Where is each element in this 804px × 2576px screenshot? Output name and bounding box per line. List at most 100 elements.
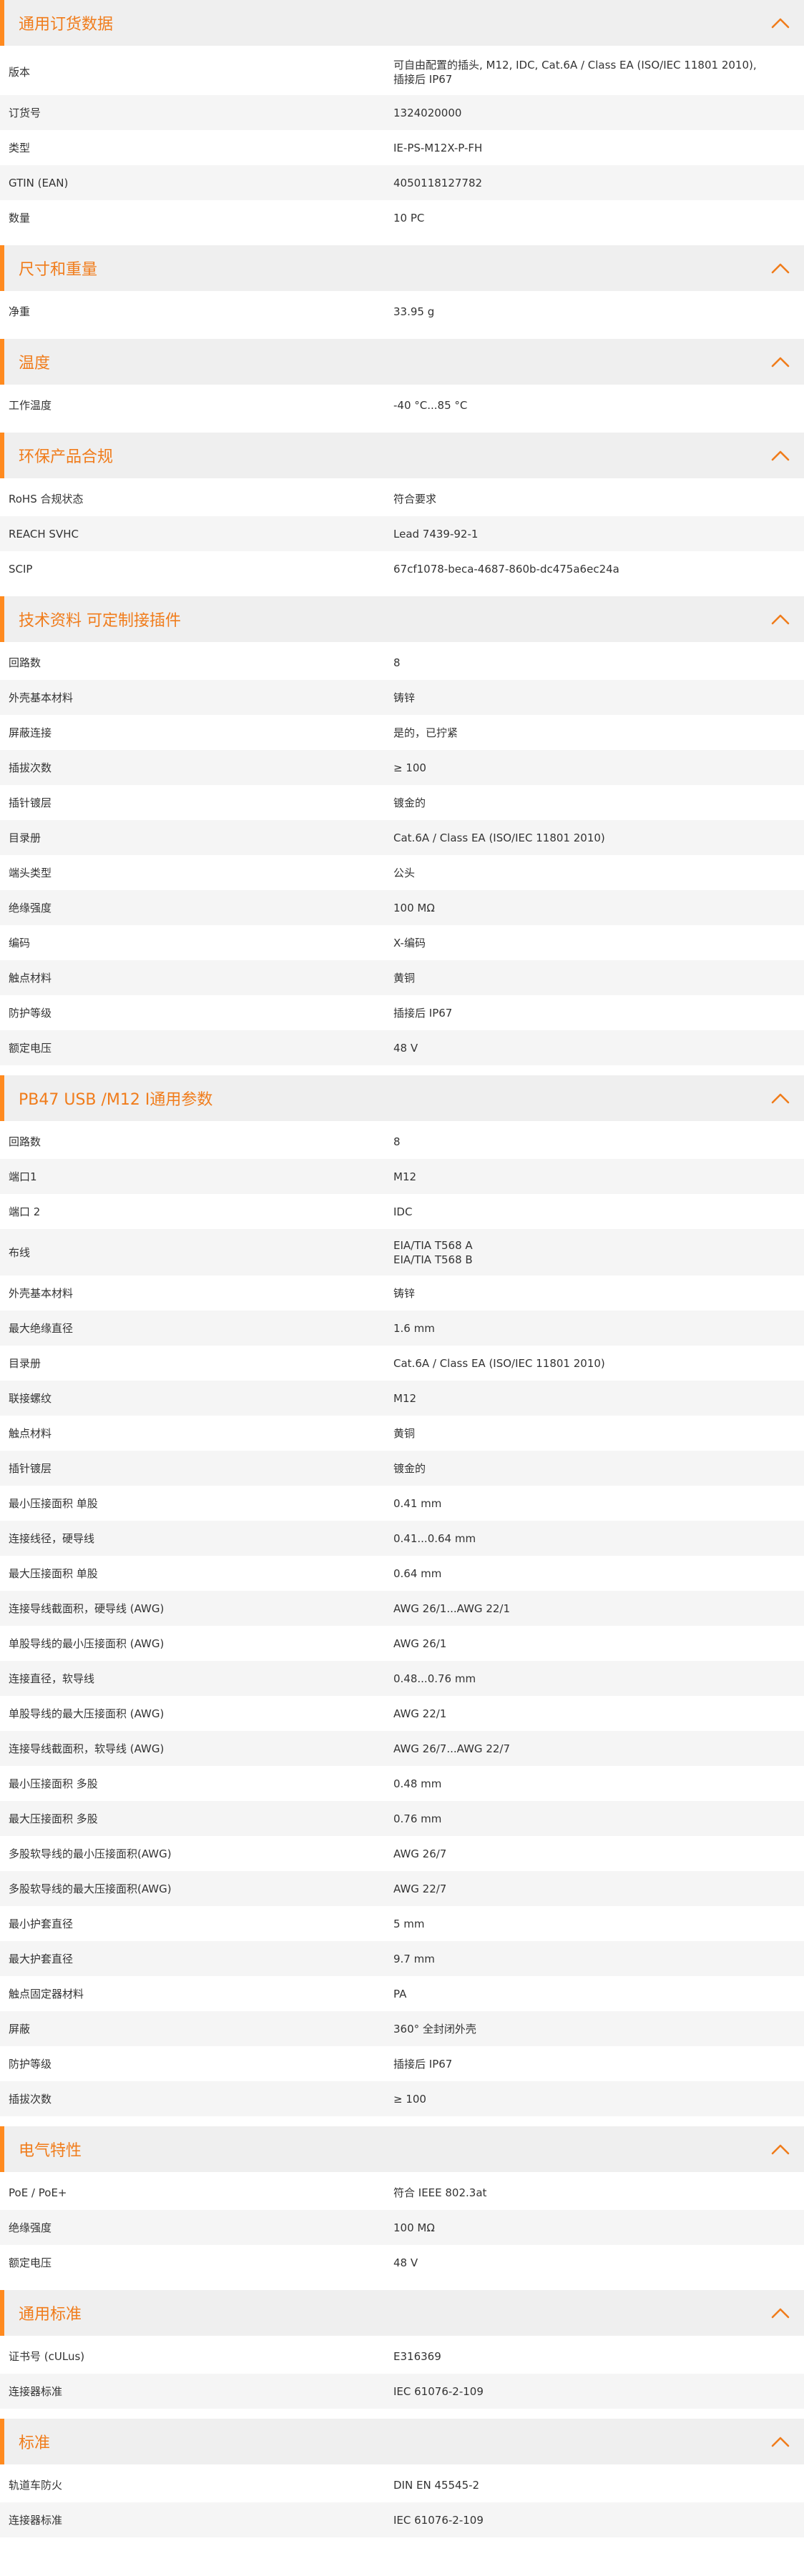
row-label: 额定电压 bbox=[9, 2256, 52, 2269]
row-value: 铸锌 bbox=[393, 1286, 416, 1300]
chevron-up-icon[interactable] bbox=[770, 2434, 791, 2449]
chevron-up-icon[interactable] bbox=[770, 2306, 791, 2320]
row-label: 连接导线截面积，硬导线 (AWG) bbox=[9, 1602, 165, 1615]
table-row: 最大护套直径 9.7 mm bbox=[0, 1941, 804, 1976]
row-value: M12 bbox=[393, 1170, 417, 1183]
row-label: 连接直径，软导线 bbox=[9, 1672, 95, 1685]
row-value: 0.64 mm bbox=[393, 1566, 442, 1580]
row-label: 插针镀层 bbox=[9, 796, 52, 809]
table-row: 端口1 M12 bbox=[0, 1159, 804, 1194]
row-label: 订货号 bbox=[9, 106, 41, 119]
row-value: AWG 22/1 bbox=[393, 1707, 447, 1720]
section-header[interactable]: 尺寸和重量 bbox=[0, 245, 804, 291]
row-value: 100 MΩ bbox=[393, 2221, 435, 2234]
row-value: EIA/TIA T568 A EIA/TIA T568 B bbox=[393, 1238, 473, 1266]
table-row: 连接器标准 IEC 61076-2-109 bbox=[0, 2374, 804, 2409]
product-spec-page: 通用订货数据版本 可自由配置的插头, M12, IDC, Cat.6A / Cla… bbox=[0, 0, 804, 2576]
row-value: 10 PC bbox=[393, 211, 425, 224]
row-label: 最大压接面积 多股 bbox=[9, 1812, 98, 1825]
chevron-up-icon[interactable] bbox=[770, 448, 791, 463]
table-row: REACH SVHC Lead 7439-92-1 bbox=[0, 516, 804, 551]
row-value: 插接后 IP67 bbox=[393, 2057, 453, 2071]
row-label: 单股导线的最小压接面积 (AWG) bbox=[9, 1637, 165, 1650]
section-gap bbox=[0, 586, 804, 596]
row-value: 可自由配置的插头, M12, IDC, Cat.6A / Class EA (I… bbox=[393, 58, 757, 86]
row-value: 9.7 mm bbox=[393, 1952, 435, 1965]
table-row: 触点材料 黄铜 bbox=[0, 1416, 804, 1451]
table-row: 最大压接面积 多股 0.76 mm bbox=[0, 1801, 804, 1836]
row-label: 数量 bbox=[9, 211, 31, 224]
chevron-up-icon[interactable] bbox=[770, 1091, 791, 1105]
section-title: 温度 bbox=[19, 355, 51, 372]
row-label: 防护等级 bbox=[9, 2057, 52, 2071]
row-label: 布线 bbox=[9, 1245, 31, 1259]
table-row: 屏蔽 360° 全封闭外壳 bbox=[0, 2011, 804, 2046]
table-row: 端口 2 IDC bbox=[0, 1194, 804, 1229]
row-label: 单股导线的最大压接面积 (AWG) bbox=[9, 1707, 165, 1720]
table-row: 数量 10 PC bbox=[0, 200, 804, 235]
row-label: 最小护套直径 bbox=[9, 1917, 74, 1930]
chevron-up-icon[interactable] bbox=[770, 16, 791, 30]
table-row: 多股软导线的最大压接面积(AWG) AWG 22/7 bbox=[0, 1871, 804, 1906]
row-label: 绝缘强度 bbox=[9, 901, 52, 914]
section-header[interactable]: 通用标准 bbox=[0, 2290, 804, 2336]
row-value: 0.48...0.76 mm bbox=[393, 1672, 476, 1685]
table-row: 绝缘强度 100 MΩ bbox=[0, 2210, 804, 2245]
row-value: 符合 IEEE 802.3at bbox=[393, 2186, 487, 2199]
section-header[interactable]: 通用订货数据 bbox=[0, 0, 804, 46]
row-label: 插针镀层 bbox=[9, 1461, 52, 1475]
chevron-up-icon[interactable] bbox=[770, 612, 791, 626]
table-row: 额定电压 48 V bbox=[0, 1030, 804, 1065]
table-row: 额定电压 48 V bbox=[0, 2245, 804, 2280]
row-value: 0.41...0.64 mm bbox=[393, 1531, 476, 1545]
section-header[interactable]: 电气特性 bbox=[0, 2126, 804, 2172]
spec-table: 净重 33.95 g bbox=[0, 294, 804, 329]
table-row: 外壳基本材料 铸锌 bbox=[0, 680, 804, 715]
section-gap bbox=[0, 2116, 804, 2126]
row-value: 铸锌 bbox=[393, 691, 416, 704]
table-row: 回路数 8 bbox=[0, 645, 804, 680]
section-gap bbox=[0, 423, 804, 433]
row-label: 证书号 (cULus) bbox=[9, 2349, 85, 2363]
table-row: 连接导线截面积，硬导线 (AWG) AWG 26/1...AWG 22/1 bbox=[0, 1591, 804, 1626]
section-header[interactable]: 温度 bbox=[0, 339, 804, 385]
row-label: 绝缘强度 bbox=[9, 2221, 52, 2234]
chevron-up-icon[interactable] bbox=[770, 355, 791, 369]
table-row: 触点固定器材料 PA bbox=[0, 1976, 804, 2011]
row-label: 端口1 bbox=[9, 1170, 37, 1183]
section-header[interactable]: 标准 bbox=[0, 2419, 804, 2464]
row-label: 最小压接面积 多股 bbox=[9, 1777, 98, 1790]
row-label: 版本 bbox=[9, 65, 31, 79]
table-row: 绝缘强度 100 MΩ bbox=[0, 890, 804, 925]
row-label: 触点固定器材料 bbox=[9, 1987, 84, 2000]
chevron-up-icon[interactable] bbox=[770, 2142, 791, 2156]
row-label: 防护等级 bbox=[9, 1006, 52, 1020]
row-label: 触点材料 bbox=[9, 971, 52, 984]
table-row: 单股导线的最大压接面积 (AWG) AWG 22/1 bbox=[0, 1696, 804, 1731]
row-label: 屏蔽 bbox=[9, 2022, 31, 2035]
row-label: 净重 bbox=[9, 305, 31, 318]
row-label: 工作温度 bbox=[9, 398, 52, 412]
section-title: 通用标准 bbox=[19, 2306, 82, 2324]
row-value: M12 bbox=[393, 1391, 417, 1405]
spec-section: 通用标准 证书号 (cULus) E316369 连接器标准 IEC 61076-2-1… bbox=[0, 2290, 804, 2409]
section-header[interactable]: 技术资料 可定制接插件 bbox=[0, 596, 804, 642]
spec-table: 工作温度 -40 °C...85 °C bbox=[0, 388, 804, 423]
row-label: 最大压接面积 单股 bbox=[9, 1566, 98, 1580]
table-row: 目录册 Cat.6A / Class EA (ISO/IEC 11801 2010… bbox=[0, 1346, 804, 1381]
row-label: 联接螺纹 bbox=[9, 1391, 52, 1405]
table-row: 插针镀层 镀金的 bbox=[0, 1451, 804, 1486]
spec-section: 尺寸和重量 净重 33.95 g bbox=[0, 245, 804, 329]
row-value: 8 bbox=[393, 656, 401, 669]
row-label: 目录册 bbox=[9, 831, 41, 844]
row-value: Cat.6A / Class EA (ISO/IEC 11801 2010) bbox=[393, 831, 605, 844]
section-header[interactable]: PB47 USB /M12 I通用参数 bbox=[0, 1075, 804, 1121]
section-gap bbox=[0, 235, 804, 245]
row-value: IEC 61076-2-109 bbox=[393, 2513, 484, 2527]
spec-section: 温度工作温度 -40 °C...85 °C bbox=[0, 339, 804, 423]
row-label: 目录册 bbox=[9, 1356, 41, 1370]
row-label: 端头类型 bbox=[9, 866, 52, 879]
section-header[interactable]: 环保产品合规 bbox=[0, 433, 804, 478]
row-value: 公头 bbox=[393, 866, 416, 879]
chevron-up-icon[interactable] bbox=[770, 261, 791, 275]
